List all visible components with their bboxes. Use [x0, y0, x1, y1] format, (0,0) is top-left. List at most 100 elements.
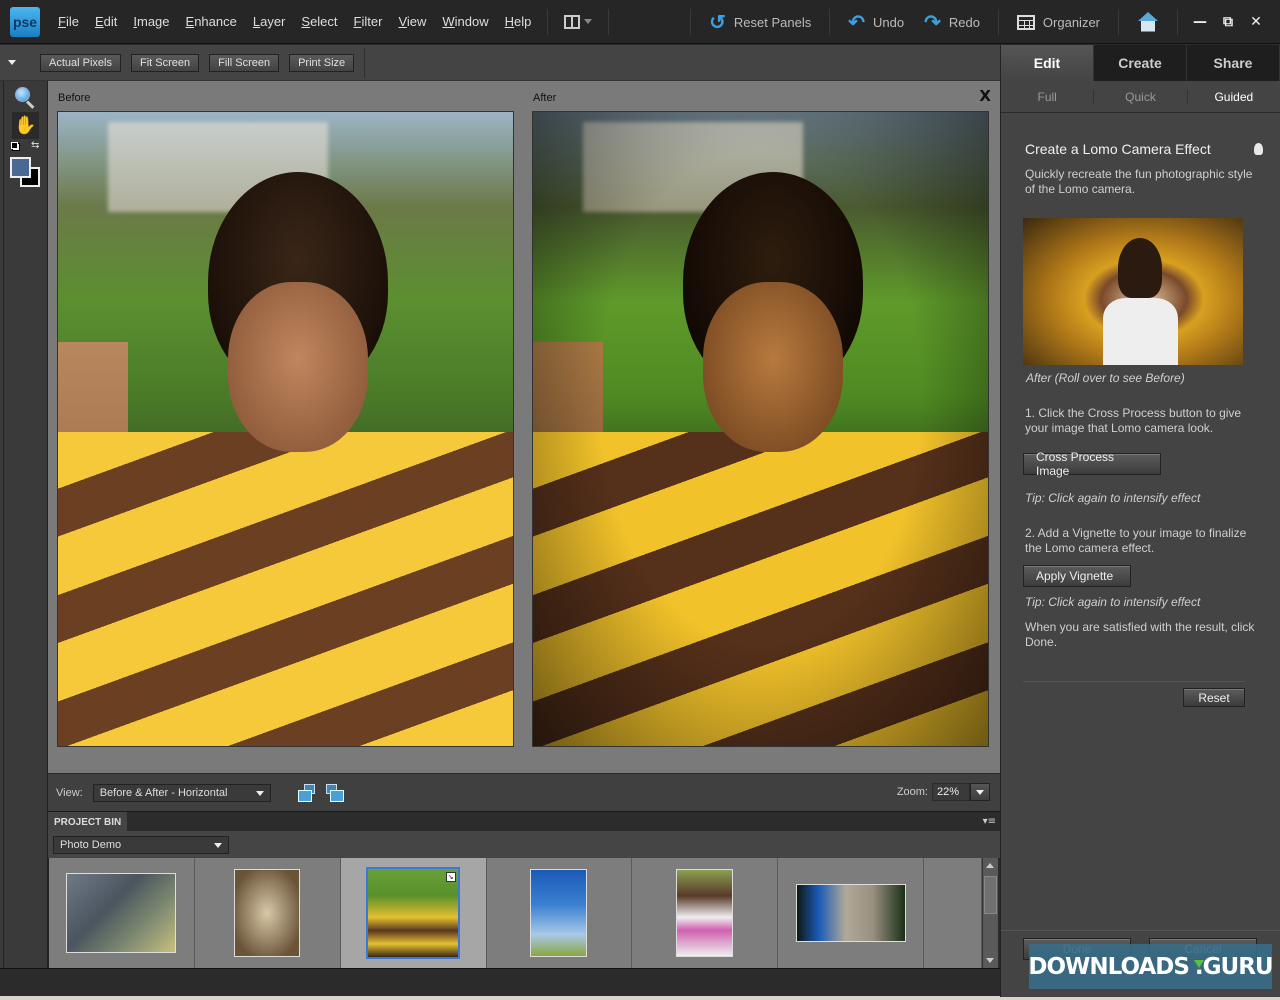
before-image[interactable] — [57, 111, 514, 747]
organizer-label: Organizer — [1042, 14, 1100, 30]
layout-icon — [564, 14, 581, 29]
menu-edit[interactable]: Edit — [87, 14, 125, 29]
lightbulb-icon[interactable] — [1254, 143, 1263, 155]
chevron-down-icon — [255, 790, 264, 796]
subtab-full[interactable]: Full — [1001, 89, 1095, 104]
menu-window[interactable]: Window — [434, 14, 496, 29]
undo-label: Undo — [873, 14, 905, 30]
view-mode-value: Before & After - Horizontal — [99, 786, 228, 799]
home-icon — [1137, 12, 1159, 32]
restore-button[interactable]: ⧉ — [1214, 14, 1242, 30]
options-collapse-icon[interactable] — [8, 60, 16, 65]
bin-scrollbar[interactable] — [982, 858, 998, 968]
thumbnail-cliff-landscape — [795, 884, 906, 942]
after-label: After — [533, 92, 557, 104]
minimize-button[interactable]: — — [1186, 14, 1214, 30]
divider — [364, 47, 366, 78]
undo-button[interactable]: ↶ Undo — [838, 10, 914, 35]
options-bar: Actual Pixels Fit Screen Fill Screen Pri… — [0, 45, 1000, 81]
tip1-text: Tip: Click again to intensify effect — [1025, 491, 1201, 505]
divider — [1023, 681, 1245, 682]
tab-edit[interactable]: Edit — [1001, 45, 1094, 81]
bin-menu-icon[interactable]: ▾≡ — [983, 816, 996, 827]
cross-process-image-button[interactable]: Cross Process Image — [1023, 450, 1161, 478]
swap-before-after-right-icon[interactable] — [325, 783, 345, 803]
menu-filter[interactable]: Filter — [346, 14, 391, 29]
bin-item[interactable] — [632, 858, 779, 968]
zoom-input[interactable]: 22% — [932, 783, 970, 801]
thumbnail-castle-courtyard — [66, 873, 177, 953]
swap-before-after-left-icon[interactable] — [297, 783, 317, 803]
layout-button[interactable] — [556, 14, 600, 29]
outro-text: When you are satisfied with the result, … — [1025, 620, 1255, 649]
zoom-tool-icon[interactable] — [15, 87, 37, 109]
tab-share[interactable]: Share — [1187, 45, 1280, 81]
menu-bar: pse File Edit Image Enhance Layer Select… — [0, 0, 1280, 44]
watermark-overlay: DOWNLOADS .GURU — [1028, 944, 1274, 989]
after-image[interactable] — [532, 111, 989, 747]
bin-item[interactable] — [778, 858, 925, 968]
chevron-down-icon — [976, 789, 984, 795]
view-mode-dropdown[interactable]: Before & After - Horizontal — [92, 783, 271, 802]
zoom-control: Zoom: 22% — [889, 783, 990, 801]
home-button[interactable] — [1127, 12, 1169, 32]
toolbox: ✋ ⇆ — [0, 81, 48, 968]
divider — [608, 8, 610, 35]
bin-item[interactable] — [49, 858, 195, 968]
preview-caption: After (Roll over to see Before) — [1026, 371, 1185, 385]
scroll-up-icon[interactable] — [986, 863, 994, 868]
project-bin-toolbar: Photo Demo — [48, 831, 1000, 858]
menu-layer[interactable]: Layer — [245, 14, 294, 29]
print-size-button[interactable]: Print Size — [289, 53, 355, 72]
divider — [547, 8, 549, 35]
menu-image[interactable]: Image — [125, 14, 177, 29]
main-tabs: Edit Create Share — [1001, 45, 1280, 81]
subtab-guided[interactable]: Guided — [1188, 90, 1280, 104]
watermark-right: .GURU — [1194, 953, 1274, 980]
bin-item-selected[interactable]: ↘ — [340, 858, 487, 968]
menu-file[interactable]: File — [50, 14, 87, 29]
bin-item[interactable] — [195, 858, 341, 968]
redo-button[interactable]: ↷ Redo — [914, 10, 990, 35]
menu-help[interactable]: Help — [497, 14, 540, 29]
hand-tool-icon[interactable]: ✋ — [12, 112, 39, 139]
redo-label: Redo — [948, 14, 980, 30]
status-bar — [0, 968, 1000, 997]
striped-shirt — [533, 432, 988, 746]
right-panel: Edit Create Share Full Quick Guided Crea… — [1000, 45, 1280, 997]
menu-view[interactable]: View — [390, 14, 434, 29]
reset-button[interactable]: Reset — [1183, 688, 1245, 707]
swap-colors-icon[interactable]: ⇆ — [31, 140, 39, 151]
close-window-button[interactable]: ✕ — [1242, 14, 1270, 30]
reset-panels-label: Reset Panels — [733, 14, 812, 30]
foreground-color-swatch[interactable] — [10, 157, 31, 178]
actual-pixels-button[interactable]: Actual Pixels — [40, 53, 121, 72]
bin-source-dropdown[interactable]: Photo Demo — [53, 835, 229, 854]
default-colors-icon[interactable] — [11, 142, 20, 151]
organizer-button[interactable]: Organizer — [1007, 14, 1110, 30]
bin-item[interactable] — [487, 858, 633, 968]
reset-panels-button[interactable]: ↺ Reset Panels — [699, 10, 821, 35]
chevron-down-icon — [214, 842, 222, 848]
close-icon[interactable]: X — [979, 87, 991, 105]
guided-intro: Quickly recreate the fun photographic st… — [1025, 167, 1253, 196]
zoom-dropdown-button[interactable] — [970, 783, 990, 801]
project-bin-items: ↘ — [48, 858, 982, 968]
tab-create[interactable]: Create — [1094, 45, 1187, 81]
striped-shirt — [58, 432, 513, 746]
menu-select[interactable]: Select — [293, 14, 345, 29]
background-house — [583, 122, 803, 212]
fit-screen-button[interactable]: Fit Screen — [130, 53, 200, 72]
undo-icon: ↶ — [848, 11, 865, 34]
apply-vignette-button[interactable]: Apply Vignette — [1023, 565, 1131, 587]
project-bin-tab[interactable]: PROJECT BIN — [48, 812, 128, 832]
chevron-down-icon — [584, 19, 593, 24]
scroll-down-icon[interactable] — [986, 958, 994, 963]
menu-enhance[interactable]: Enhance — [178, 14, 245, 29]
subtab-quick[interactable]: Quick — [1094, 89, 1188, 104]
hair — [683, 172, 863, 392]
fill-screen-button[interactable]: Fill Screen — [209, 53, 280, 72]
scroll-thumb[interactable] — [984, 876, 997, 914]
organizer-icon — [1016, 14, 1035, 30]
effect-preview-image[interactable] — [1023, 218, 1243, 365]
